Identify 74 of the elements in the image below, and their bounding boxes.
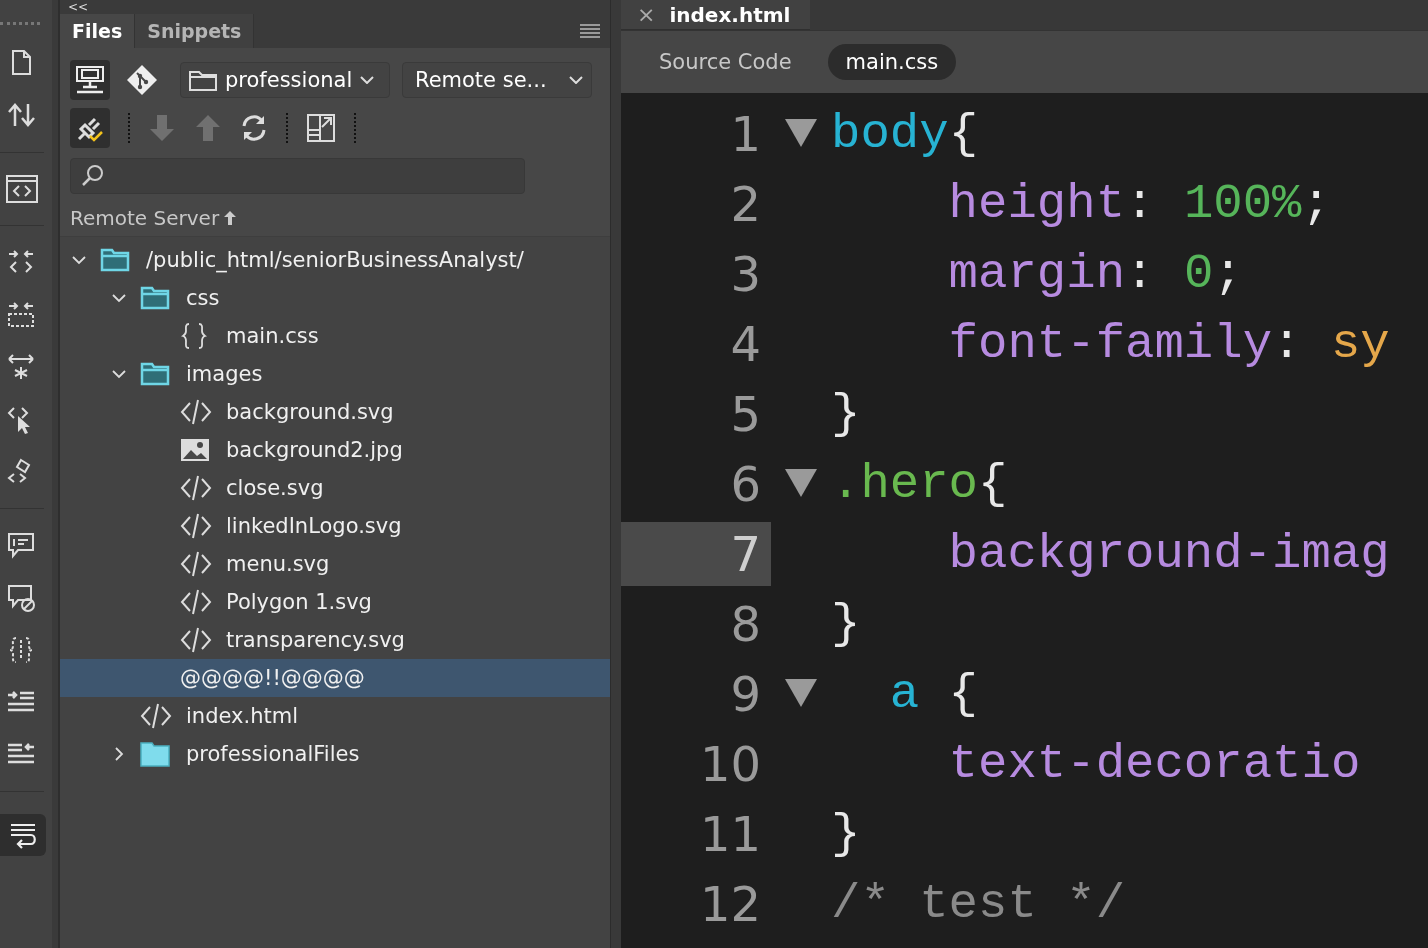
code-line: } <box>831 806 861 862</box>
collapse-selection-icon[interactable] <box>6 300 36 330</box>
fold-arrow-icon[interactable] <box>785 119 817 149</box>
chevron-icon[interactable] <box>72 253 86 267</box>
line-number: 1 <box>729 105 762 164</box>
tree-item[interactable]: css <box>60 279 610 317</box>
code-line: } <box>831 596 861 652</box>
caret-icon <box>360 76 375 84</box>
code-window-icon[interactable] <box>6 175 38 203</box>
line-number: 7 <box>621 522 771 586</box>
tree-item[interactable]: professionalFiles <box>60 735 610 773</box>
code-line: a { <box>888 666 979 722</box>
collapse-panels-button[interactable]: << <box>68 1 89 13</box>
word-wrap-button[interactable] <box>0 814 46 856</box>
view-dropdown[interactable]: Remote se... <box>402 62 592 98</box>
refresh-icon[interactable] <box>240 114 268 142</box>
tree-item[interactable]: @@@@!!@@@@ <box>60 659 610 697</box>
fold-arrow-icon[interactable] <box>785 469 817 499</box>
code-line: /* test */ <box>831 876 1126 932</box>
tree-item[interactable]: index.html <box>60 697 610 735</box>
site-manager-button[interactable] <box>70 60 110 100</box>
code-line: font-family: sy <box>947 316 1390 372</box>
expand-all-icon[interactable] <box>6 352 36 382</box>
search-field[interactable] <box>70 158 525 194</box>
git-icon[interactable] <box>126 64 158 96</box>
code-line: text-decoratio <box>947 736 1361 792</box>
tree-item[interactable]: linkedInLogo.svg <box>60 507 610 545</box>
tree-item[interactable]: close.svg <box>60 469 610 507</box>
chevron-icon[interactable] <box>112 747 126 761</box>
code-line: height: 100%; <box>947 176 1331 232</box>
connect-button[interactable] <box>70 108 110 148</box>
line-number: 6 <box>729 455 762 514</box>
panel-tab[interactable]: Files <box>60 14 136 48</box>
line-number: 3 <box>729 245 762 304</box>
tree-item[interactable]: background.svg <box>60 393 610 431</box>
line-number: 10 <box>698 735 762 794</box>
related-file-tab[interactable]: Source Code <box>641 44 810 80</box>
panel-menu-icon[interactable] <box>580 24 600 38</box>
tree-item[interactable]: images <box>60 355 610 393</box>
sort-arrow-icon[interactable] <box>223 210 238 226</box>
line-number: 11 <box>698 805 762 864</box>
network-icon <box>73 65 107 95</box>
search-icon <box>81 164 105 188</box>
code-line: .hero{ <box>831 456 1008 512</box>
folder-icon <box>189 69 217 91</box>
tree-item[interactable]: menu.svg <box>60 545 610 583</box>
column-header[interactable]: Remote Server <box>70 206 220 230</box>
remove-comment-icon[interactable] <box>6 583 36 613</box>
tree-item[interactable]: background2.jpg <box>60 431 610 469</box>
chevron-icon[interactable] <box>112 367 126 381</box>
code-line: margin: 0; <box>947 246 1243 302</box>
comment-icon[interactable] <box>6 531 36 561</box>
tree-item[interactable]: main.css <box>60 317 610 355</box>
code-line: body{ <box>831 106 979 162</box>
line-number: 2 <box>729 175 762 234</box>
panel-tab[interactable]: Snippets <box>135 14 255 48</box>
site-dropdown[interactable]: professional <box>180 62 390 98</box>
close-icon[interactable]: × <box>637 2 656 27</box>
tree-item[interactable]: Polygon 1.svg <box>60 583 610 621</box>
line-number: 8 <box>729 595 762 654</box>
related-file-tab[interactable]: main.css <box>827 44 957 80</box>
expand-panel-icon[interactable] <box>306 113 336 143</box>
code-line: } <box>831 386 861 442</box>
document-tab[interactable]: × index.html <box>621 0 811 30</box>
chevron-icon[interactable] <box>112 291 126 305</box>
line-number: 4 <box>729 315 762 374</box>
line-number: 9 <box>729 665 762 724</box>
caret-icon <box>569 76 583 84</box>
line-number: 12 <box>698 875 762 934</box>
code-line: background-imag <box>947 526 1390 582</box>
fold-arrow-icon[interactable] <box>785 679 817 709</box>
tree-item[interactable]: /public_html/seniorBusinessAnalyst/ <box>60 241 610 279</box>
line-number: 5 <box>729 385 762 444</box>
tree-item[interactable]: transparency.svg <box>60 621 610 659</box>
